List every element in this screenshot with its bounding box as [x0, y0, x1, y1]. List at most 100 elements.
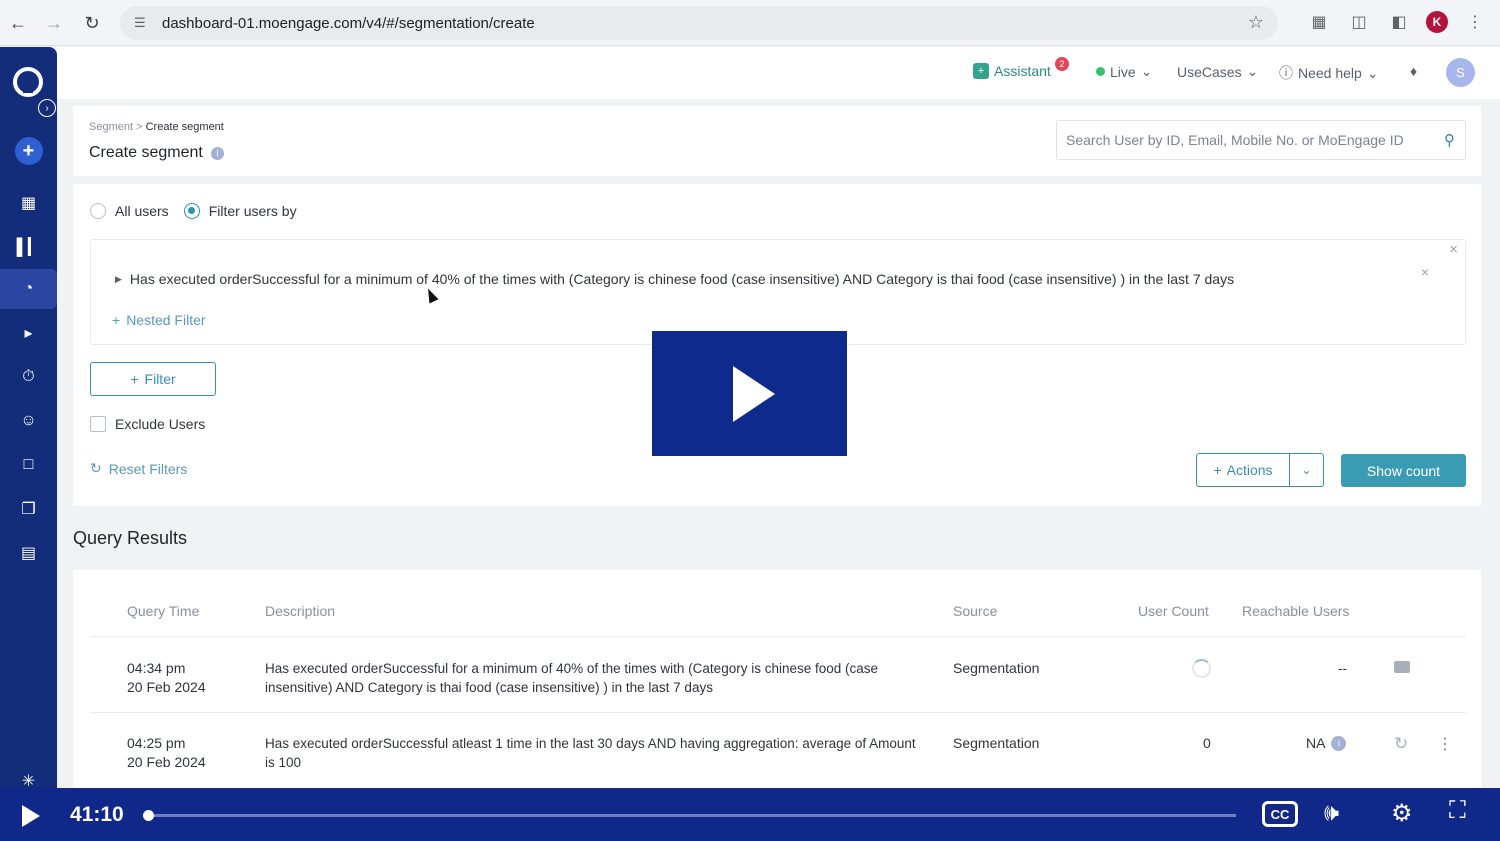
- row-source: Segmentation: [953, 660, 1040, 676]
- video-play-overlay[interactable]: [652, 331, 847, 456]
- data-icon[interactable]: ▤: [0, 533, 57, 573]
- remove-condition-icon[interactable]: ×: [1421, 264, 1429, 280]
- chevron-down-icon: ⌄: [1140, 63, 1153, 79]
- breadcrumb-separator: >: [136, 121, 143, 133]
- env-label: Live: [1110, 63, 1136, 80]
- all-users-label[interactable]: All users: [115, 203, 169, 219]
- usecases-dropdown[interactable]: UseCases ⌄: [1177, 63, 1258, 80]
- analytics-icon[interactable]: ▌▎: [0, 227, 57, 267]
- moengage-logo[interactable]: [13, 67, 43, 97]
- search-icon[interactable]: ⚲: [1444, 131, 1455, 149]
- captions-icon[interactable]: CC: [1262, 801, 1298, 827]
- breadcrumb: Segment > Create segment: [89, 121, 224, 133]
- video-progress-knob[interactable]: [143, 810, 154, 821]
- actions-split-button: + Actions ⌄: [1196, 453, 1324, 487]
- filter-condition-box: × × ▶ Has executed orderSuccessful for a…: [90, 239, 1466, 345]
- reset-filters-label: Reset Filters: [108, 460, 188, 477]
- forward-arrow-icon[interactable]: →: [36, 5, 72, 41]
- volume-icon[interactable]: 🕪: [1324, 799, 1339, 827]
- templates-icon[interactable]: ❐: [0, 489, 57, 529]
- user-avatar[interactable]: S: [1446, 58, 1475, 87]
- condition-text: Has executed orderSuccessful for a minim…: [129, 271, 1235, 287]
- filter-users-radio[interactable]: [183, 203, 200, 219]
- bell-icon[interactable]: ♦: [1410, 63, 1417, 79]
- video-current-time: 41:10: [70, 803, 124, 826]
- exclude-users-checkbox[interactable]: [90, 416, 106, 432]
- video-progress-bar[interactable]: [146, 814, 1236, 817]
- row-description: Has executed orderSuccessful for a minim…: [265, 661, 879, 695]
- column-header: Description: [265, 603, 336, 619]
- help-label: Need help: [1298, 65, 1362, 81]
- extension-icon[interactable]: ▦: [1306, 8, 1332, 36]
- page-header: Segment > Create segment Create segment …: [73, 106, 1481, 176]
- column-header: Source: [953, 603, 998, 619]
- settings-gear-icon[interactable]: ⚙: [1391, 799, 1413, 828]
- plus-icon: +: [112, 312, 121, 328]
- info-icon[interactable]: i: [1331, 736, 1347, 751]
- exclude-users-option[interactable]: Exclude Users: [90, 416, 205, 432]
- show-count-button[interactable]: Show count: [1341, 454, 1466, 487]
- all-users-radio[interactable]: [90, 203, 106, 219]
- profile-avatar[interactable]: K: [1426, 11, 1448, 33]
- site-settings-icon[interactable]: ☰: [134, 15, 154, 31]
- add-filter-button[interactable]: + Filter: [90, 362, 216, 396]
- address-bar[interactable]: ☰ dashboard-01.moengage.com/v4/#/segment…: [120, 6, 1278, 40]
- collapse-sidebar-icon[interactable]: ›: [38, 99, 56, 117]
- more-options-icon[interactable]: ⋮: [1437, 734, 1453, 754]
- bookmark-star-icon[interactable]: ☆: [1248, 12, 1264, 33]
- create-icon[interactable]: +: [0, 131, 57, 171]
- reset-filters-button[interactable]: ↻ Reset Filters: [90, 460, 187, 477]
- side-panel-icon[interactable]: ◧: [1386, 8, 1412, 36]
- filter-users-label[interactable]: Filter users by: [209, 203, 297, 219]
- chevron-down-icon[interactable]: ⌄: [1290, 463, 1323, 477]
- page-title: Create segment i: [89, 144, 224, 162]
- segment-icon[interactable]: ◔: [0, 269, 57, 309]
- users-icon[interactable]: ☺: [0, 401, 57, 441]
- breadcrumb-segment[interactable]: Segment: [89, 121, 133, 133]
- actions-button[interactable]: + Actions: [1197, 454, 1290, 486]
- live-status-dot: [1096, 67, 1105, 76]
- divider: [90, 636, 1466, 637]
- column-header: User Count: [1138, 603, 1209, 619]
- usecases-label: UseCases: [1177, 63, 1242, 80]
- assistant-label: Assistant: [994, 63, 1051, 79]
- user-search-input[interactable]: Search User by ID, Email, Mobile No. or …: [1056, 120, 1466, 160]
- actions-label: Actions: [1226, 462, 1273, 478]
- divider: [90, 712, 1466, 713]
- content-icon[interactable]: □: [0, 445, 57, 485]
- loading-spinner-icon: [1192, 659, 1211, 678]
- info-icon[interactable]: i: [210, 146, 224, 160]
- refresh-icon[interactable]: ↻: [1394, 734, 1408, 754]
- filter-condition[interactable]: ▶ Has executed orderSuccessful for a min…: [115, 271, 1234, 287]
- back-arrow-icon[interactable]: ←: [0, 5, 36, 41]
- search-placeholder: Search User by ID, Email, Mobile No. or …: [1066, 132, 1404, 148]
- reload-icon[interactable]: ↻: [74, 5, 110, 41]
- close-icon[interactable]: ×: [1449, 241, 1458, 258]
- help-dropdown[interactable]: ⓘ Need help ⌄: [1279, 63, 1379, 83]
- assistant-icon: +: [973, 63, 989, 79]
- plus-icon: +: [130, 371, 139, 387]
- expand-caret-icon[interactable]: ▶: [115, 274, 122, 285]
- mail-icon[interactable]: [1394, 661, 1410, 673]
- dashboard-icon[interactable]: ▦: [0, 183, 57, 223]
- campaigns-icon[interactable]: ▸: [0, 313, 57, 353]
- row-reachable: NA i: [1306, 734, 1347, 753]
- app-topbar: + Assistant 2 Live ⌄ UseCases ⌄ ⓘ Need h…: [57, 47, 1500, 99]
- menu-dots-icon[interactable]: ⋮: [1462, 8, 1488, 36]
- nested-filter-button[interactable]: + Nested Filter: [112, 312, 206, 328]
- row-time: 04:34 pm 20 Feb 2024: [127, 660, 206, 695]
- help-icon: ⓘ: [1279, 65, 1293, 81]
- chevron-down-icon: ⌄: [1366, 64, 1379, 81]
- flows-icon[interactable]: ⏱: [0, 357, 57, 397]
- add-filter-label: Filter: [144, 371, 176, 387]
- notification-badge: 2: [1055, 57, 1069, 71]
- exclude-users-label: Exclude Users: [115, 416, 206, 432]
- play-icon[interactable]: [22, 805, 40, 827]
- fullscreen-icon[interactable]: ⛶: [1449, 797, 1466, 825]
- page-title-text: Create segment: [89, 144, 203, 161]
- row-reachable: --: [1338, 661, 1347, 676]
- assistant-button[interactable]: + Assistant 2: [973, 57, 1069, 79]
- column-header: Query Time: [127, 603, 200, 619]
- env-dropdown[interactable]: Live ⌄: [1096, 63, 1152, 80]
- puzzle-icon[interactable]: ◫: [1346, 8, 1372, 36]
